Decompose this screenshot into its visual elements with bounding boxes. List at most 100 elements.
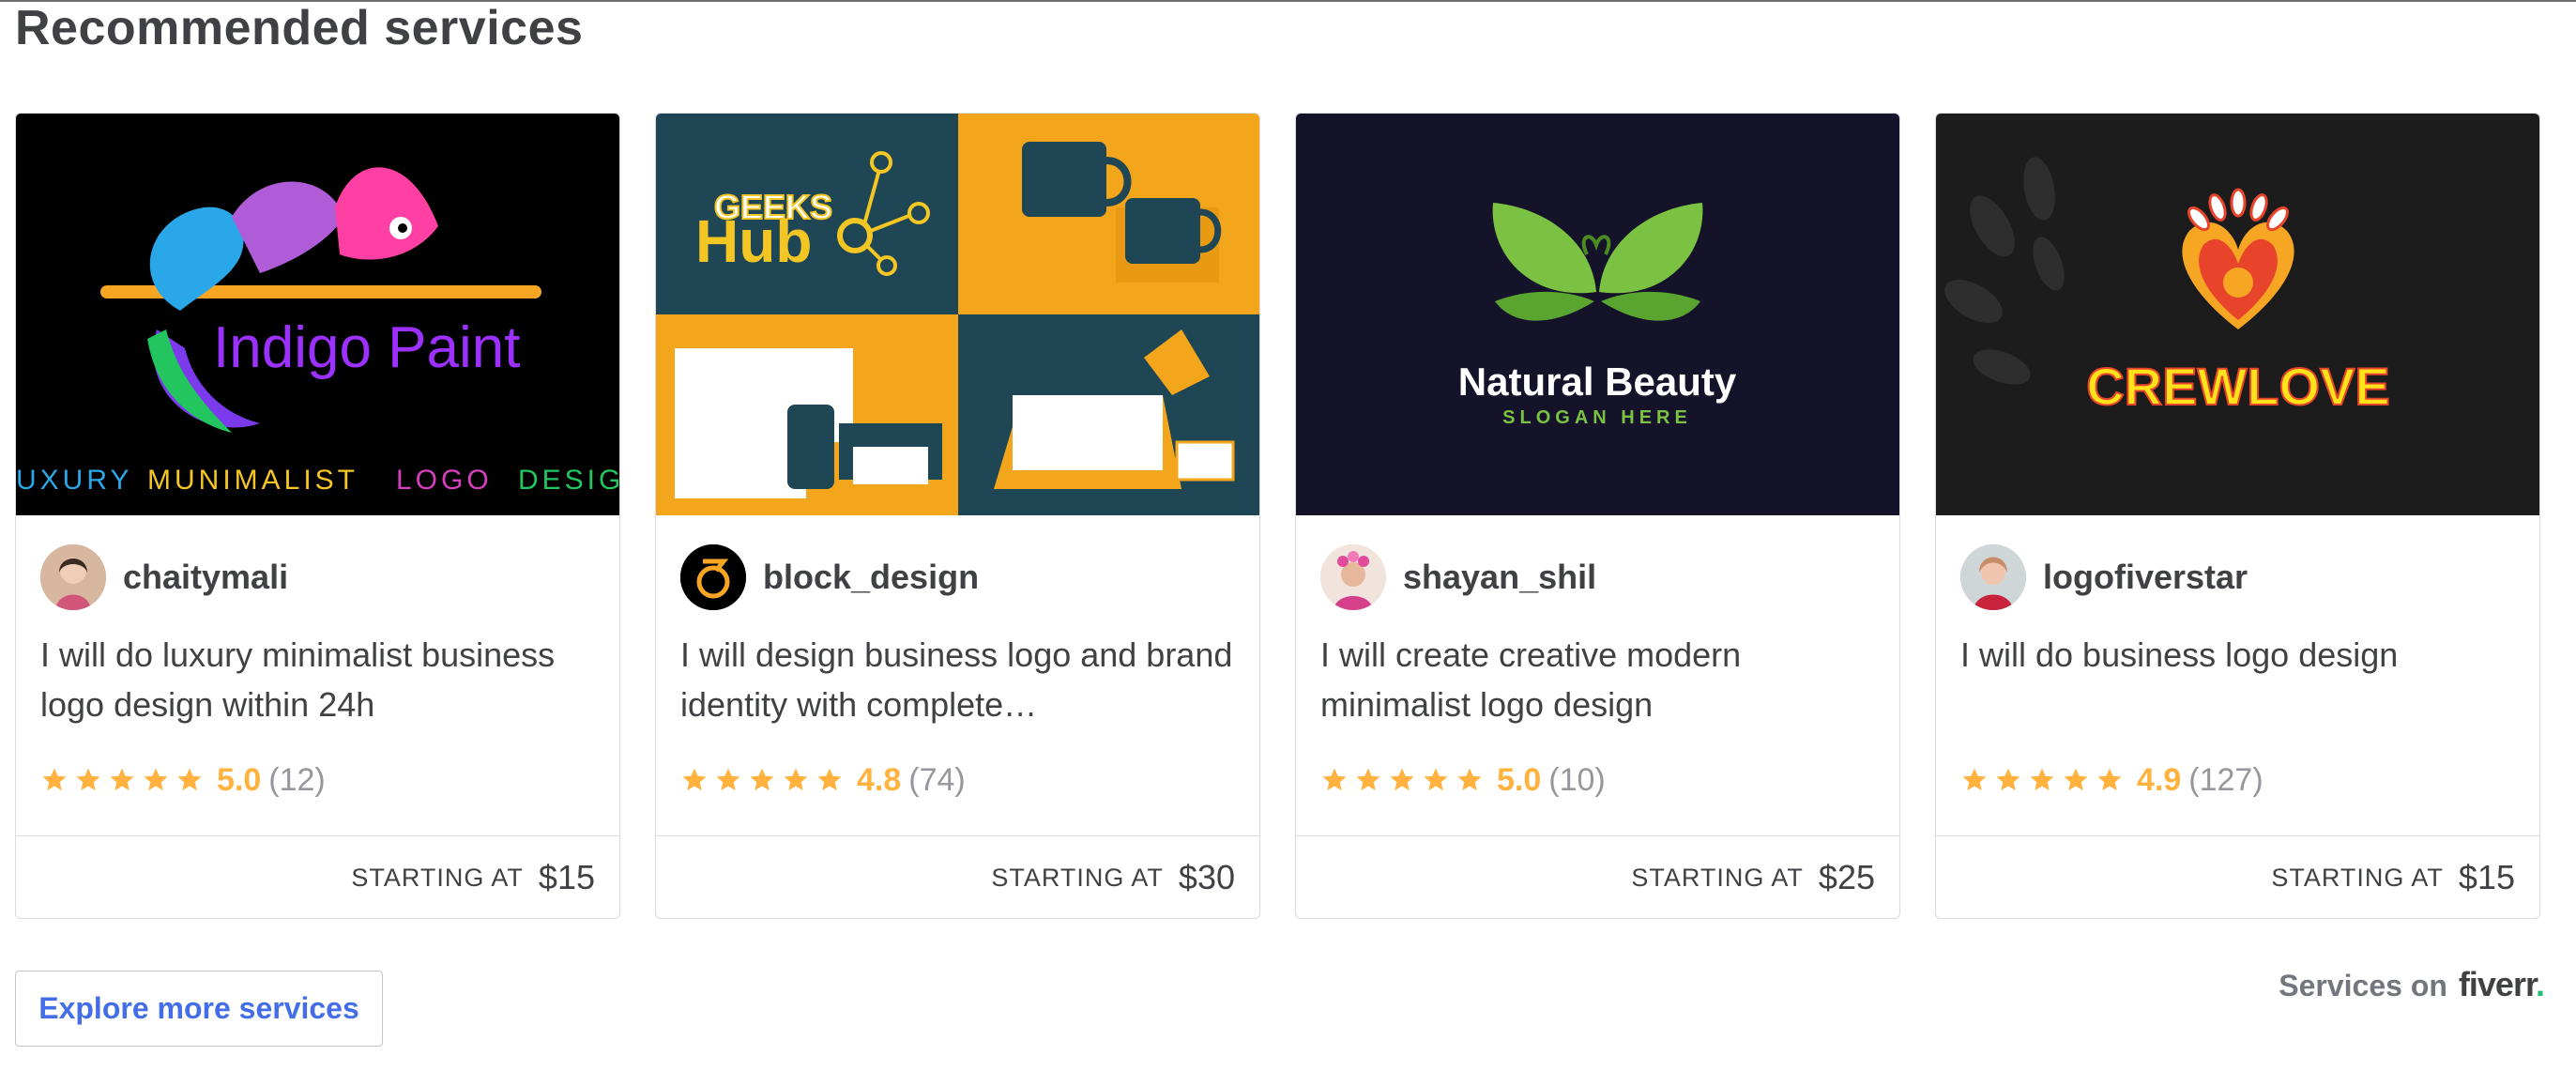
price: $15 [538,858,595,896]
card-footer: STARTING AT $30 [656,835,1259,918]
gig-card[interactable]: Indigo Paint UXURY MUNIMALIST LOGO DESIG… [15,113,620,919]
card-footer: STARTING AT $15 [1936,835,2539,918]
star-icon [1457,768,1482,791]
card-footer: STARTING AT $25 [1296,835,1899,918]
thumb-brand-text: CREWLOVE [2086,357,2390,416]
star-icon [2097,768,2122,791]
avatar[interactable] [680,544,746,610]
star-icon [1356,768,1380,791]
seller-info[interactable]: logofiverstar [1960,543,2248,611]
gig-thumbnail[interactable]: Natural Beauty SLOGAN HERE [1296,114,1899,515]
seller-name[interactable]: chaitymali [123,558,288,597]
seller-name[interactable]: block_design [763,558,979,597]
price: $30 [1178,858,1235,896]
star-icon [1322,768,1347,791]
star-icon [1424,768,1448,791]
svg-text:MUNIMALIST: MUNIMALIST [147,465,358,496]
star-icon [1996,768,2020,791]
gig-rating: 5.0 (10) [1320,759,1606,801]
svg-text:LOGO: LOGO [396,465,493,496]
star-icon [76,768,100,791]
seller-info[interactable]: chaitymali [40,543,288,611]
starting-at-label: STARTING AT [351,863,524,892]
thumb-brand-bottom: Hub [695,207,812,275]
star-icon [1390,768,1414,791]
price-block[interactable]: STARTING AT $30 [991,836,1235,918]
gig-title[interactable]: I will design business logo and brand id… [680,630,1243,729]
avatar[interactable] [40,544,106,610]
avatar-icon [1320,544,1386,610]
star-icon [110,768,134,791]
gig-thumbnail[interactable]: CREWLOVE [1936,114,2539,515]
gig-title[interactable]: I will do luxury minimalist business log… [40,630,603,729]
avatar[interactable] [1320,544,1386,610]
star-icon [42,768,67,791]
indigo-paint-logo-image: Indigo Paint UXURY MUNIMALIST LOGO DESIG [16,114,619,515]
review-count: (127) [2188,761,2264,798]
avatar-icon [40,544,106,610]
fiverr-logo-dot: . [2535,965,2545,1003]
svg-text:UXURY: UXURY [16,465,132,496]
starting-at-label: STARTING AT [2271,863,2444,892]
star-icon [177,768,202,791]
card-footer: STARTING AT $15 [16,835,619,918]
rating-stars [40,766,209,794]
price-block[interactable]: STARTING AT $15 [2271,836,2515,918]
rating-stars [680,766,849,794]
star-icon [2030,768,2054,791]
avatar-icon [680,544,746,610]
star-icon [750,768,774,791]
star-icon [682,768,707,791]
gig-rating: 4.9 (127) [1960,759,2264,801]
rating-value: 5.0 [217,761,262,798]
gig-card[interactable]: CREWLOVE logofiverstar I will do busines… [1935,113,2540,919]
thumb-brand-text: Natural Beauty [1458,360,1737,404]
rating-value: 4.9 [2137,761,2182,798]
explore-more-button[interactable]: Explore more services [15,971,383,1047]
gig-rating: 5.0 (12) [40,759,326,801]
rating-stars [1320,766,1489,794]
services-on-label: Services on [2279,969,2447,1002]
thumb-slogan-text: SLOGAN HERE [1502,407,1692,428]
gig-title[interactable]: I will create creative modern minimalist… [1320,630,1883,729]
review-count: (12) [268,761,326,798]
price-block[interactable]: STARTING AT $15 [351,836,595,918]
services-on-fiverr[interactable]: Services on fiverr. [2279,965,2545,1004]
gig-card[interactable]: Natural Beauty SLOGAN HERE shayan_shil I… [1295,113,1900,919]
fiverr-logo[interactable]: fiverr. [2458,965,2545,1004]
seller-info[interactable]: block_design [680,543,979,611]
price-block[interactable]: STARTING AT $25 [1631,836,1875,918]
section-title: Recommended services [15,1,584,55]
seller-name[interactable]: shayan_shil [1403,558,1596,597]
star-icon [817,768,842,791]
avatar-icon [1960,544,2026,610]
svg-text:DESIG: DESIG [518,465,619,496]
gig-card-list: Indigo Paint UXURY MUNIMALIST LOGO DESIG… [15,113,2544,921]
crewlove-logo-image: CREWLOVE [1936,114,2539,515]
thumb-brand-text: Indigo Paint [213,315,520,380]
rating-value: 4.8 [857,761,902,798]
rating-stars [1960,766,2129,794]
price: $25 [1818,858,1875,896]
seller-info[interactable]: shayan_shil [1320,543,1596,611]
geeks-hub-mockup-image: GEEKS Hub [656,114,1259,515]
gig-thumbnail[interactable]: Indigo Paint UXURY MUNIMALIST LOGO DESIG [16,114,619,515]
gig-rating: 4.8 (74) [680,759,966,801]
fiverr-logo-text: fiverr [2458,965,2537,1003]
starting-at-label: STARTING AT [991,863,1164,892]
star-icon [144,768,168,791]
review-count: (10) [1548,761,1606,798]
review-count: (74) [908,761,966,798]
price: $15 [2458,858,2515,896]
rating-value: 5.0 [1497,761,1542,798]
gig-title[interactable]: I will do business logo design [1960,630,2523,729]
gig-card[interactable]: GEEKS Hub block_design I will design bus… [655,113,1260,919]
gig-thumbnail[interactable]: GEEKS Hub [656,114,1259,515]
natural-beauty-logo-image: Natural Beauty SLOGAN HERE [1296,114,1899,515]
avatar[interactable] [1960,544,2026,610]
seller-name[interactable]: logofiverstar [2043,558,2248,597]
star-icon [1962,768,1987,791]
star-icon [784,768,808,791]
star-icon [716,768,740,791]
starting-at-label: STARTING AT [1631,863,1804,892]
